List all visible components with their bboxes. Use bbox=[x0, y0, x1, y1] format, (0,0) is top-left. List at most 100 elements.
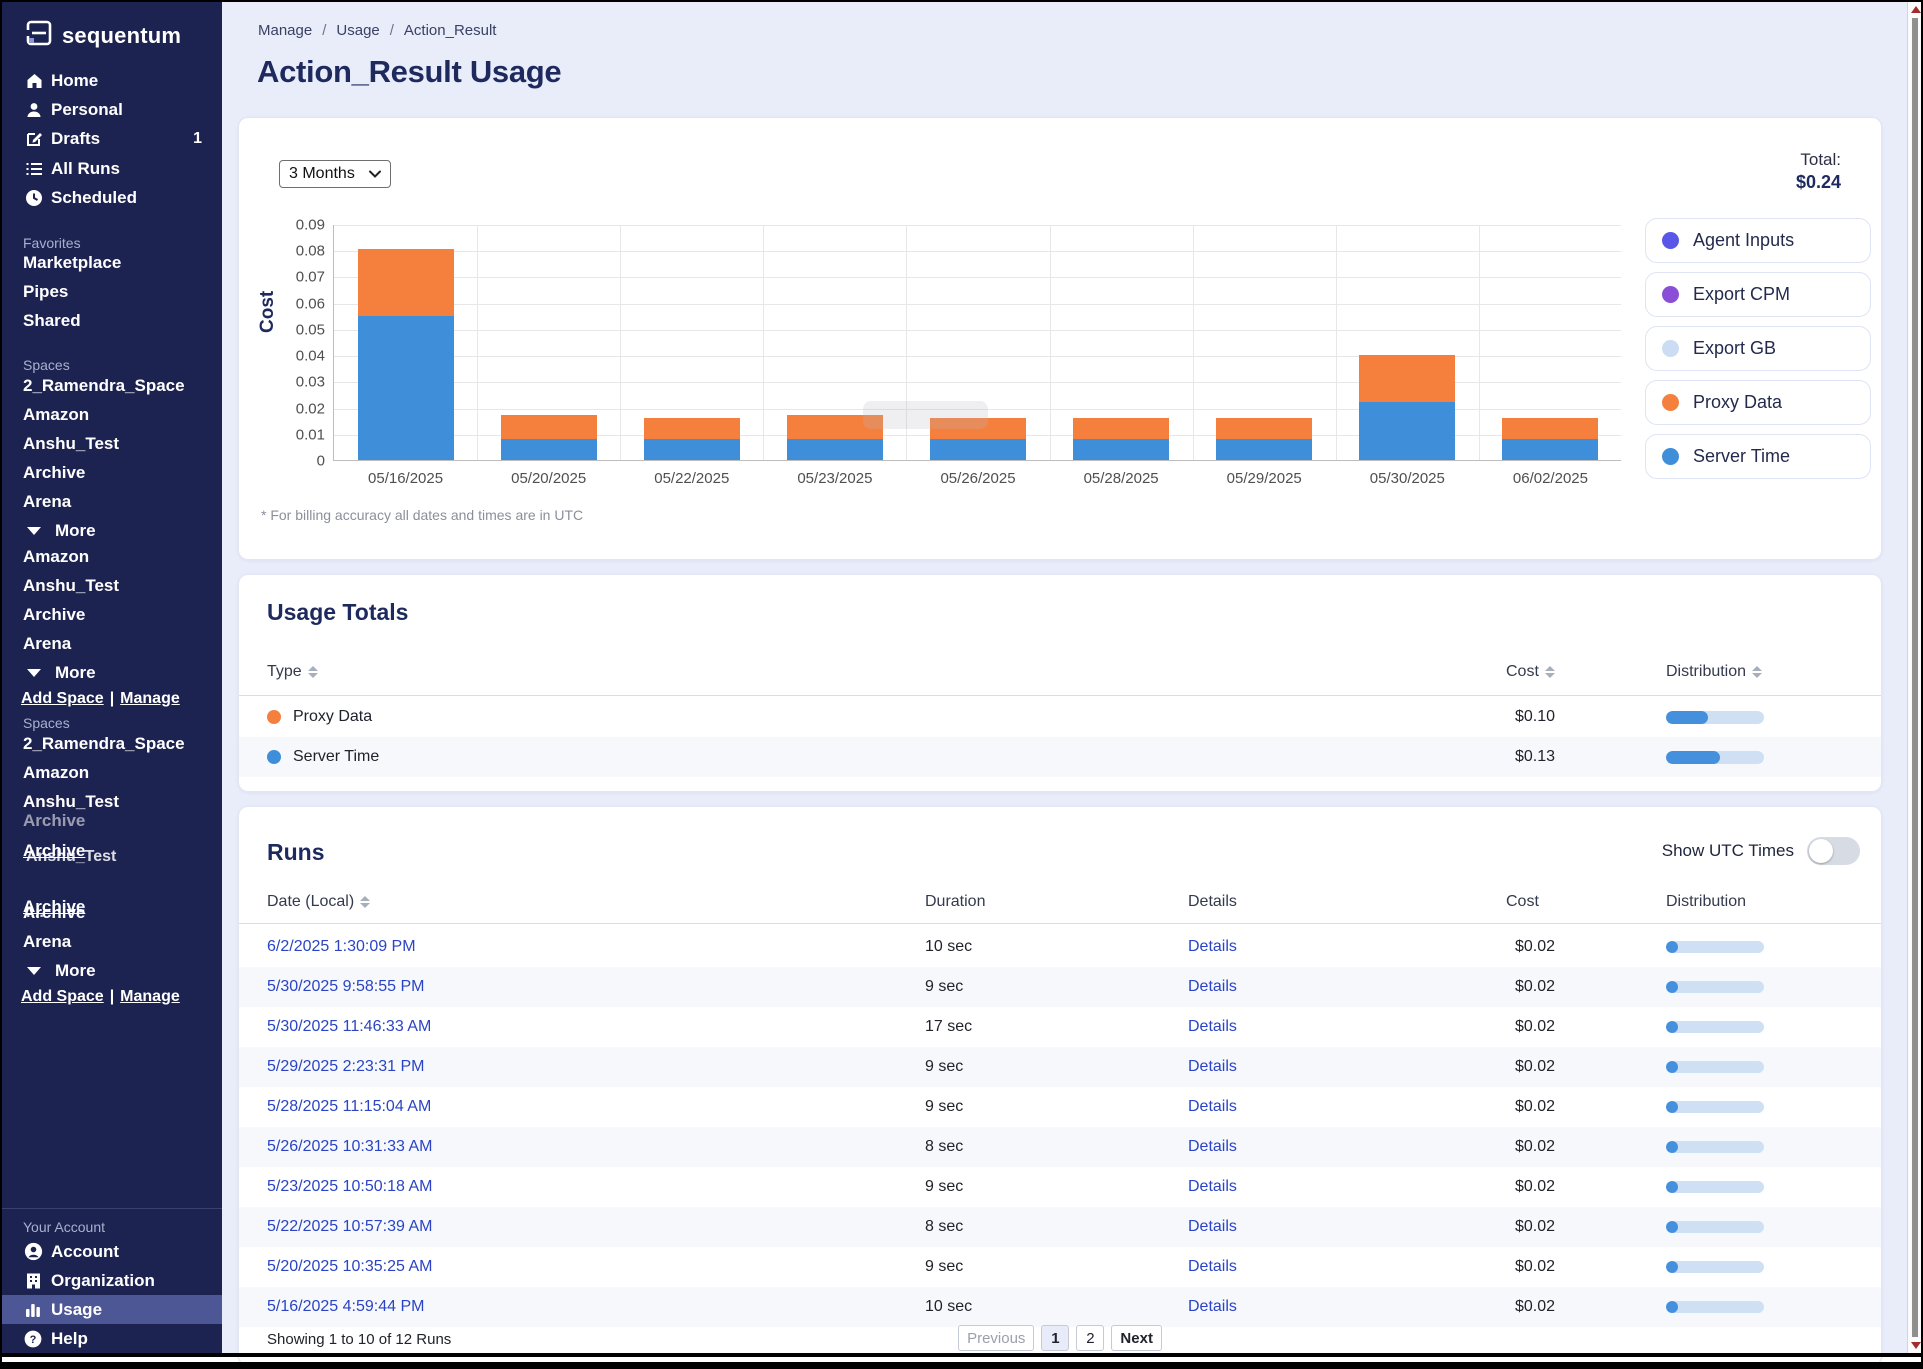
bar-segment-server-time[interactable] bbox=[1502, 439, 1598, 460]
next-page-button[interactable]: Next bbox=[1111, 1325, 1162, 1351]
app-logo[interactable]: sequentum bbox=[24, 18, 181, 53]
bar-segment-server-time[interactable] bbox=[1359, 402, 1455, 460]
run-date-link[interactable]: 5/23/2025 10:50:18 AM bbox=[267, 1167, 432, 1207]
bar-segment-server-time[interactable] bbox=[501, 439, 597, 460]
sidebar-space-shared[interactable]: Shared bbox=[2, 308, 222, 334]
scrollbar-thumb[interactable] bbox=[1912, 18, 1918, 1337]
run-details-link[interactable]: Details bbox=[1188, 1247, 1237, 1287]
sidebar-space-glitched[interactable]: ArchiveAnshu_Test bbox=[2, 840, 222, 866]
sidebar-more-toggle[interactable]: More bbox=[2, 958, 222, 984]
breadcrumb-action-result[interactable]: Action_Result bbox=[404, 22, 497, 39]
sidebar-item-usage[interactable]: Usage bbox=[2, 1295, 222, 1324]
sidebar-space-arena[interactable]: Arena bbox=[2, 929, 222, 955]
run-details-link[interactable]: Details bbox=[1188, 1007, 1237, 1047]
run-details-link[interactable]: Details bbox=[1188, 967, 1237, 1007]
cost-value: $0.13 bbox=[1459, 737, 1555, 777]
bar-segment-proxy-data[interactable] bbox=[1073, 418, 1169, 439]
utc-times-toggle[interactable] bbox=[1807, 837, 1860, 865]
breadcrumb-usage[interactable]: Usage bbox=[336, 22, 379, 39]
sidebar-space-anshu_test[interactable]: Anshu_Test bbox=[2, 789, 222, 815]
legend-item-export-cpm[interactable]: Export CPM bbox=[1645, 272, 1871, 317]
run-duration: 10 sec bbox=[925, 1287, 972, 1327]
sidebar-item-organization[interactable]: Organization bbox=[2, 1266, 222, 1295]
column-header-cost[interactable]: Cost bbox=[1506, 663, 1555, 681]
sidebar-item-help[interactable]: ?Help bbox=[2, 1324, 222, 1353]
manage-spaces-link[interactable]: Manage bbox=[120, 988, 180, 1005]
run-details-link[interactable]: Details bbox=[1188, 1047, 1237, 1087]
bar-segment-proxy-data[interactable] bbox=[1216, 418, 1312, 439]
run-date-link[interactable]: 5/29/2025 2:23:31 PM bbox=[267, 1047, 424, 1087]
sidebar-space-2_ramendra_space[interactable]: 2_Ramendra_Space bbox=[2, 373, 222, 399]
run-details-link[interactable]: Details bbox=[1188, 1167, 1237, 1207]
scroll-up-arrow-icon[interactable] bbox=[1911, 6, 1921, 13]
building-icon bbox=[23, 1272, 43, 1290]
sidebar-space-arena[interactable]: Arena bbox=[2, 631, 222, 657]
column-header-distribution[interactable]: Distribution bbox=[1666, 663, 1762, 681]
add-space-link[interactable]: Add Space bbox=[21, 690, 104, 707]
sidebar-item-personal[interactable]: Personal bbox=[2, 97, 222, 123]
page-button-2[interactable]: 2 bbox=[1076, 1325, 1104, 1351]
breadcrumb-manage[interactable]: Manage bbox=[258, 22, 312, 39]
run-details-link[interactable]: Details bbox=[1188, 1287, 1237, 1327]
legend-item-agent-inputs[interactable]: Agent Inputs bbox=[1645, 218, 1871, 263]
sidebar-space-anshu_test[interactable]: Anshu_Test bbox=[2, 431, 222, 457]
column-header-type[interactable]: Type bbox=[267, 663, 318, 681]
run-date-link[interactable]: 5/26/2025 10:31:33 AM bbox=[267, 1127, 432, 1167]
run-date-link[interactable]: 5/22/2025 10:57:39 AM bbox=[267, 1207, 432, 1247]
sidebar-space-amazon[interactable]: Amazon bbox=[2, 544, 222, 570]
sidebar-space-arena[interactable]: Arena bbox=[2, 489, 222, 515]
bar-segment-server-time[interactable] bbox=[358, 316, 454, 460]
run-cost: $0.02 bbox=[1459, 1047, 1555, 1087]
distribution-bar bbox=[1666, 1021, 1764, 1033]
vertical-scrollbar[interactable] bbox=[1907, 2, 1921, 1353]
scroll-down-arrow-icon[interactable] bbox=[1911, 1342, 1921, 1349]
sidebar-item-account[interactable]: Account bbox=[2, 1237, 222, 1266]
legend-item-export-gb[interactable]: Export GB bbox=[1645, 326, 1871, 371]
sidebar-item-drafts[interactable]: Drafts1 bbox=[2, 126, 222, 152]
bar-segment-server-time[interactable] bbox=[644, 439, 740, 460]
sidebar-space-pipes[interactable]: Pipes bbox=[2, 279, 222, 305]
bar-segment-server-time[interactable] bbox=[1073, 439, 1169, 460]
sidebar-more-toggle[interactable]: More bbox=[2, 518, 222, 544]
x-axis-label: 05/26/2025 bbox=[940, 470, 1015, 487]
run-details-link[interactable]: Details bbox=[1188, 1207, 1237, 1247]
sidebar-item-home[interactable]: Home bbox=[2, 68, 222, 94]
bar-segment-server-time[interactable] bbox=[787, 439, 883, 460]
legend-item-server-time[interactable]: Server Time bbox=[1645, 434, 1871, 479]
bar-segment-proxy-data[interactable] bbox=[1359, 355, 1455, 402]
bar-segment-server-time[interactable] bbox=[930, 439, 1026, 460]
date-range-select[interactable]: 3 Months bbox=[279, 160, 391, 188]
sidebar-space-archive[interactable]: Archive bbox=[2, 602, 222, 628]
sidebar-space-amazon[interactable]: Amazon bbox=[2, 760, 222, 786]
bar-segment-proxy-data[interactable] bbox=[358, 249, 454, 316]
run-date-link[interactable]: 5/20/2025 10:35:25 AM bbox=[267, 1247, 432, 1287]
sidebar-space-amazon[interactable]: Amazon bbox=[2, 402, 222, 428]
page-button-1[interactable]: 1 bbox=[1041, 1325, 1069, 1351]
sidebar-item-scheduled[interactable]: Scheduled bbox=[2, 185, 222, 211]
run-date-link[interactable]: 5/30/2025 9:58:55 PM bbox=[267, 967, 424, 1007]
previous-page-button[interactable]: Previous bbox=[958, 1325, 1034, 1351]
run-details-link[interactable]: Details bbox=[1188, 1087, 1237, 1127]
add-space-link[interactable]: Add Space bbox=[21, 988, 104, 1005]
manage-spaces-link[interactable]: Manage bbox=[120, 690, 180, 707]
distribution-bar bbox=[1666, 1141, 1764, 1153]
legend-item-proxy-data[interactable]: Proxy Data bbox=[1645, 380, 1871, 425]
bar-segment-proxy-data[interactable] bbox=[644, 418, 740, 439]
bar-segment-proxy-data[interactable] bbox=[1502, 418, 1598, 439]
sidebar-space-marketplace[interactable]: Marketplace bbox=[2, 250, 222, 276]
sidebar-space-anshu_test[interactable]: Anshu_Test bbox=[2, 573, 222, 599]
run-date-link[interactable]: 5/30/2025 11:46:33 AM bbox=[267, 1007, 431, 1047]
bar-segment-server-time[interactable] bbox=[1216, 439, 1312, 460]
run-date-link[interactable]: 6/2/2025 1:30:09 PM bbox=[267, 927, 416, 967]
run-date-link[interactable]: 5/28/2025 11:15:04 AM bbox=[267, 1087, 431, 1127]
usage-totals-title: Usage Totals bbox=[267, 599, 408, 626]
sidebar-more-toggle[interactable]: More bbox=[2, 660, 222, 686]
run-date-link[interactable]: 5/16/2025 4:59:44 PM bbox=[267, 1287, 424, 1327]
sidebar-item-all-runs[interactable]: All Runs bbox=[2, 156, 222, 182]
column-header-date-local[interactable]: Date (Local) bbox=[267, 893, 370, 911]
bar-segment-proxy-data[interactable] bbox=[501, 415, 597, 439]
sidebar-space-2_ramendra_space[interactable]: 2_Ramendra_Space bbox=[2, 731, 222, 757]
sidebar-space-archive[interactable]: Archive bbox=[2, 460, 222, 486]
run-details-link[interactable]: Details bbox=[1188, 927, 1237, 967]
run-details-link[interactable]: Details bbox=[1188, 1127, 1237, 1167]
